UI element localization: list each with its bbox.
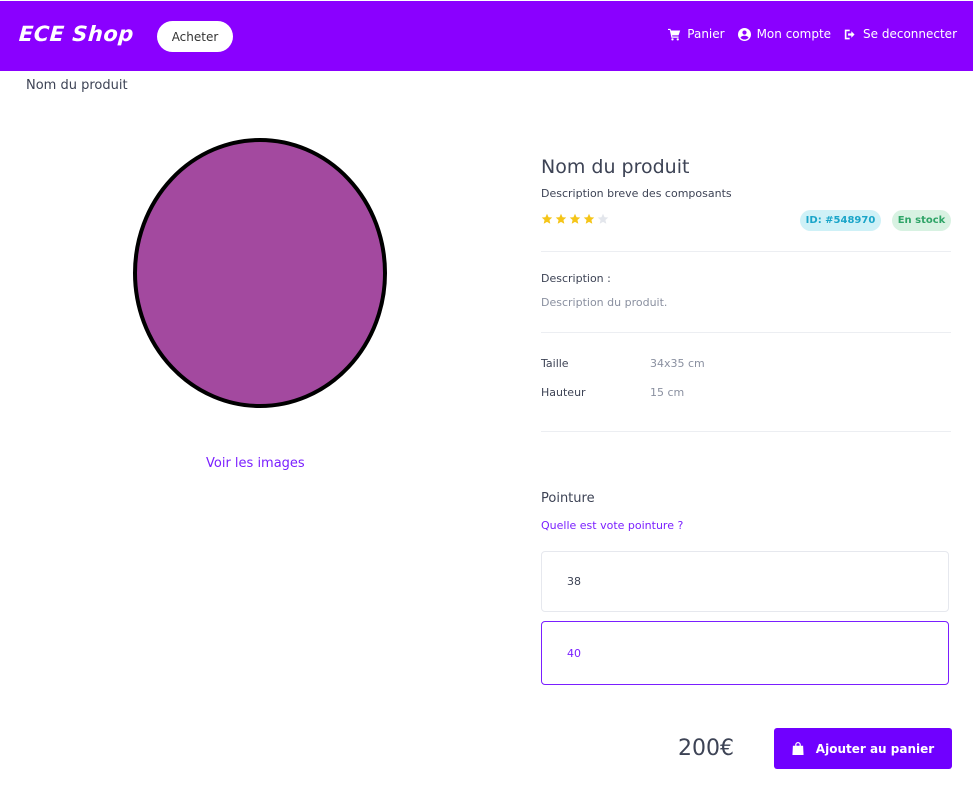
product-subtitle: Description breve des composants (541, 187, 732, 200)
size-option-label: 40 (567, 646, 581, 660)
divider (541, 251, 951, 252)
nav-logout[interactable]: Se deconnecter (844, 27, 957, 41)
stock-status-badge: En stock (892, 210, 951, 231)
logout-icon (844, 28, 857, 41)
top-navbar: ECE Shop Acheter Panier Mon compte Se de… (0, 1, 973, 71)
product-price: 200€ (678, 736, 734, 761)
brand-logo[interactable]: ECE Shop (18, 22, 135, 46)
divider (541, 431, 951, 432)
divider (541, 332, 951, 333)
cart-icon (668, 28, 681, 41)
description-label: Description : (541, 272, 611, 285)
nav-cart[interactable]: Panier (668, 27, 725, 41)
size-guide-link[interactable]: Quelle est vote pointure ? (541, 519, 683, 532)
size-option-label: 38 (567, 575, 581, 588)
star-empty-icon (597, 213, 609, 225)
add-to-cart-label: Ajouter au panier (815, 741, 935, 756)
size-section-title: Pointure (541, 491, 595, 506)
view-images-link[interactable]: Voir les images (206, 456, 305, 471)
star-filled-icon (583, 213, 595, 225)
user-circle-icon (737, 27, 751, 41)
star-filled-icon (569, 213, 581, 225)
spec-value-size: 34x35 cm (650, 357, 705, 370)
breadcrumb: Nom du produit (26, 78, 128, 93)
spec-label-height: Hauteur (541, 386, 586, 399)
spec-value-height: 15 cm (650, 386, 685, 399)
rating-stars (541, 213, 609, 225)
add-to-cart-button[interactable]: Ajouter au panier (774, 728, 952, 769)
buy-button[interactable]: Acheter (157, 21, 233, 52)
nav-cart-label: Panier (687, 27, 725, 41)
star-filled-icon (541, 213, 553, 225)
nav-logout-label: Se deconnecter (863, 27, 957, 41)
spec-label-size: Taille (541, 357, 569, 370)
product-title: Nom du produit (541, 156, 690, 178)
size-option-40[interactable]: 40 (541, 621, 949, 685)
product-image-shape (133, 138, 387, 408)
nav-account[interactable]: Mon compte (737, 27, 832, 41)
star-filled-icon (555, 213, 567, 225)
shopping-bag-icon (792, 742, 804, 755)
size-option-38[interactable]: 38 (541, 551, 949, 612)
description-text: Description du produit. (541, 296, 668, 309)
product-image (132, 138, 388, 414)
nav-account-label: Mon compte (756, 27, 832, 41)
product-id-badge: ID: #548970 (800, 210, 881, 231)
account-nav: Panier Mon compte Se deconnecter (668, 27, 957, 41)
